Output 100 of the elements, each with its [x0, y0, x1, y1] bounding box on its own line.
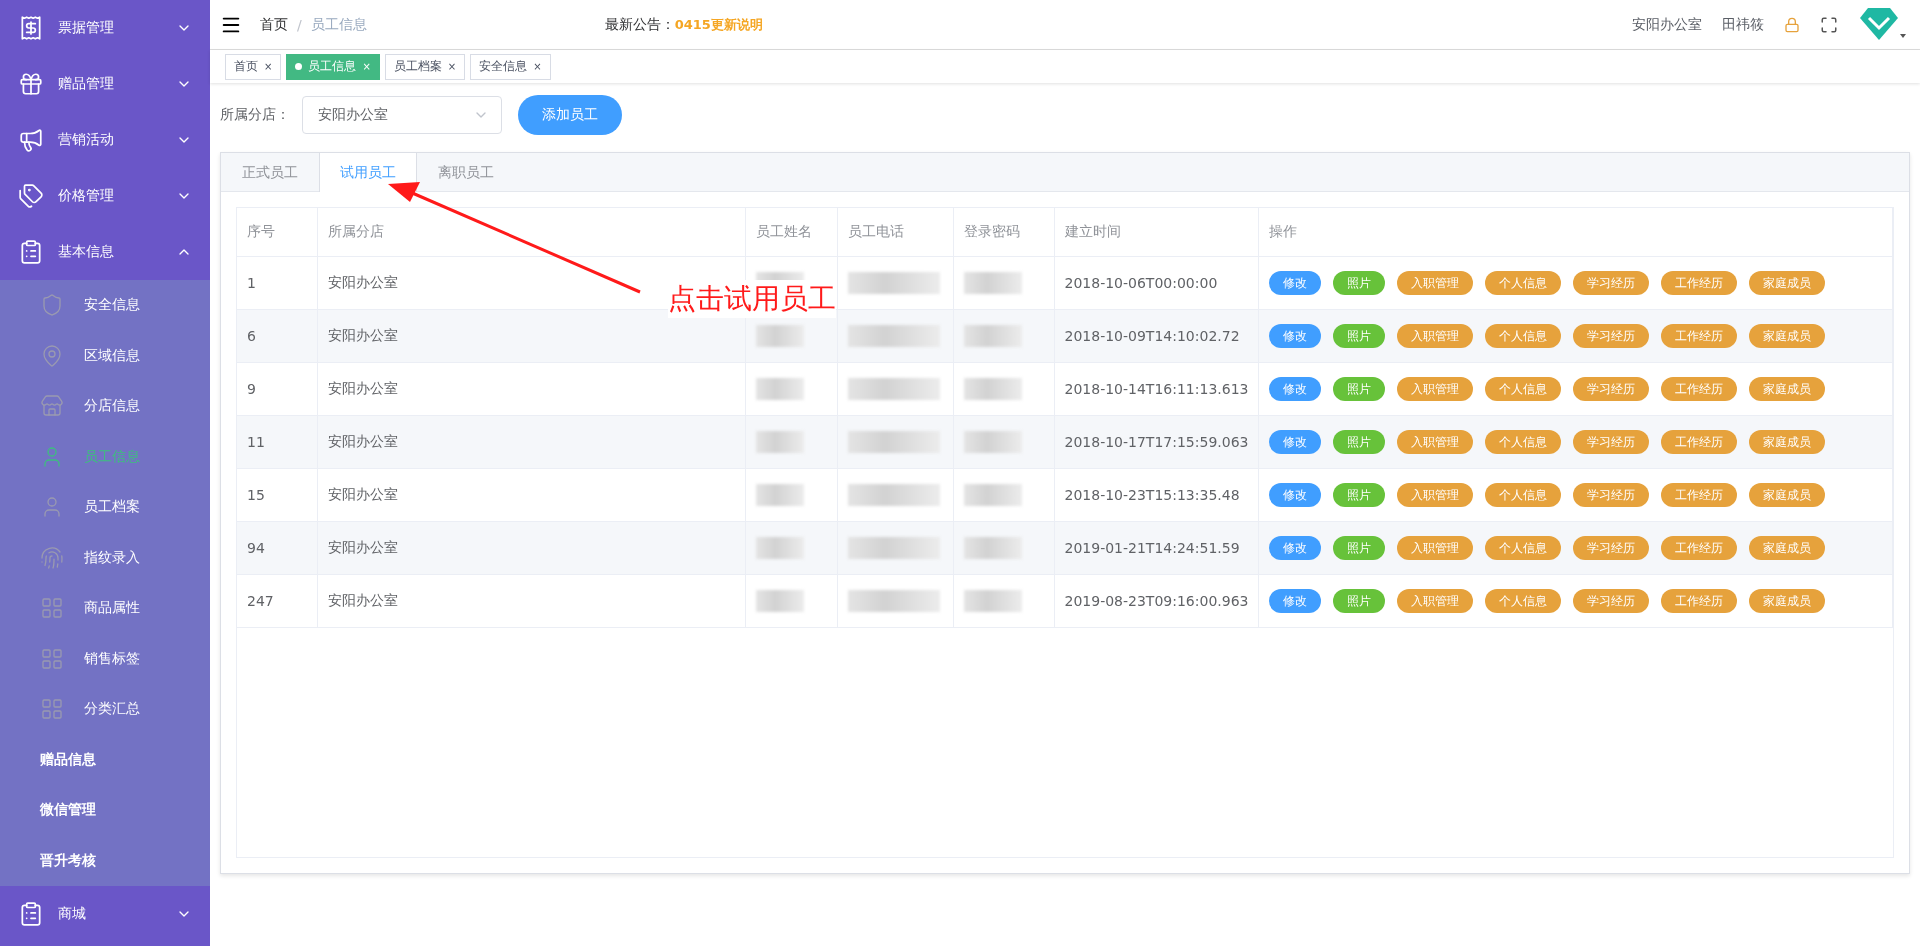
action-button[interactable]: 工作经历	[1661, 536, 1738, 560]
sidebar-menu-item[interactable]: 赠品管理	[0, 56, 210, 112]
action-button[interactable]: 学习经历	[1573, 430, 1650, 454]
action-button[interactable]: 入职管理	[1397, 271, 1474, 295]
action-button[interactable]: 家庭成员	[1749, 324, 1826, 348]
action-button[interactable]: 个人信息	[1485, 377, 1562, 401]
sidebar-menu-item[interactable]: 基本信息	[0, 224, 210, 280]
action-button[interactable]: 学习经历	[1573, 536, 1650, 560]
breadcrumb-link[interactable]: 员工信息	[310, 15, 367, 34]
close-icon[interactable]: ×	[362, 61, 371, 72]
action-button[interactable]: 照片	[1333, 536, 1386, 560]
sidebar-submenu-item[interactable]: 员工档案	[0, 482, 210, 533]
action-button[interactable]: 个人信息	[1485, 536, 1562, 560]
tab[interactable]: 正式员工	[221, 153, 319, 192]
sidebar-submenu-item[interactable]: 指纹录入	[0, 532, 210, 583]
action-button[interactable]: 照片	[1333, 483, 1386, 507]
sidebar-menu-item[interactable]: 票据管理	[0, 0, 210, 56]
close-icon[interactable]: ×	[264, 61, 273, 72]
store-select[interactable]: 安阳办公室	[302, 96, 502, 134]
action-button[interactable]: 修改	[1269, 589, 1322, 613]
action-button[interactable]: 工作经历	[1661, 589, 1738, 613]
sidebar-submenu-item[interactable]: 赠品信息	[0, 734, 210, 785]
action-button[interactable]: 个人信息	[1485, 271, 1562, 295]
fingerprint-icon	[40, 545, 64, 570]
action-button[interactable]: 学习经历	[1573, 271, 1650, 295]
sidebar-menu-item[interactable]: 营销活动	[0, 112, 210, 168]
fullscreen-icon[interactable]	[1820, 15, 1838, 34]
store-filter-label: 所属分店：	[220, 106, 290, 124]
action-button[interactable]: 修改	[1269, 483, 1322, 507]
action-button[interactable]: 工作经历	[1661, 377, 1738, 401]
close-icon[interactable]: ×	[447, 61, 457, 72]
table-cell: 安阳办公室	[317, 521, 745, 575]
action-button[interactable]: 家庭成员	[1749, 536, 1826, 560]
action-button[interactable]: 修改	[1269, 430, 1322, 454]
page-tab[interactable]: 员工信息 ×	[286, 53, 380, 80]
column-header: 所属分店	[317, 208, 745, 257]
action-button[interactable]: 家庭成员	[1749, 271, 1826, 295]
sidebar-submenu-item[interactable]: 销售标签	[0, 633, 210, 684]
action-button[interactable]: 入职管理	[1397, 324, 1474, 348]
store-icon	[40, 394, 64, 419]
table-cell: 15	[237, 468, 317, 522]
sidebar-submenu-item[interactable]: 员工信息	[0, 431, 210, 482]
clipboard-icon	[18, 239, 44, 265]
sidebar-submenu-item[interactable]: 分类汇总	[0, 684, 210, 735]
action-button[interactable]: 修改	[1269, 271, 1322, 295]
table-cell: 2018-10-14T16:11:13.613	[1054, 362, 1259, 416]
table-cell: 247	[237, 574, 317, 628]
action-button[interactable]: 入职管理	[1397, 430, 1474, 454]
add-employee-button[interactable]: 添加员工	[518, 95, 622, 135]
page-tab[interactable]: 员工档案 ×	[384, 53, 466, 80]
action-button[interactable]: 学习经历	[1573, 589, 1650, 613]
gift-icon	[18, 71, 44, 97]
sidebar-submenu-item[interactable]: 区域信息	[0, 330, 210, 381]
tab[interactable]: 试用员工	[319, 153, 417, 192]
action-button[interactable]: 学习经历	[1573, 377, 1650, 401]
action-button[interactable]: 工作经历	[1661, 271, 1738, 295]
action-button[interactable]: 工作经历	[1661, 483, 1738, 507]
notice-link[interactable]: 0415更新说明	[674, 15, 763, 34]
action-button[interactable]: 照片	[1333, 324, 1386, 348]
action-button[interactable]: 修改	[1269, 377, 1322, 401]
action-button[interactable]: 个人信息	[1485, 430, 1562, 454]
breadcrumb-link[interactable]: 首页	[260, 15, 288, 34]
column-header: 员工姓名	[745, 208, 837, 257]
action-button[interactable]: 修改	[1269, 324, 1322, 348]
page-tab[interactable]: 安全信息 ×	[470, 53, 551, 80]
sidebar-menu-item[interactable]: 价格管理	[0, 168, 210, 224]
action-button[interactable]: 照片	[1333, 377, 1386, 401]
megaphone-icon	[18, 127, 44, 153]
sidebar-submenu-item[interactable]: 分店信息	[0, 381, 210, 432]
action-button[interactable]: 学习经历	[1573, 324, 1650, 348]
sidebar-submenu-item[interactable]: 微信管理	[0, 785, 210, 836]
table-cell: 2019-08-23T09:16:00.963	[1054, 574, 1259, 628]
redacted-placeholder	[755, 537, 804, 559]
action-button[interactable]: 家庭成员	[1749, 377, 1826, 401]
table-cell: 安阳办公室	[317, 362, 745, 416]
action-button[interactable]: 家庭成员	[1749, 430, 1826, 454]
action-button[interactable]: 家庭成员	[1749, 589, 1826, 613]
sidebar-submenu-item[interactable]: 商品属性	[0, 583, 210, 634]
sidebar-submenu-item[interactable]: 安全信息	[0, 280, 210, 331]
action-button[interactable]: 修改	[1269, 536, 1322, 560]
action-button[interactable]: 学习经历	[1573, 483, 1650, 507]
action-button[interactable]: 工作经历	[1661, 430, 1738, 454]
action-button[interactable]: 入职管理	[1397, 377, 1474, 401]
sidebar-menu-item[interactable]: 商城	[0, 886, 210, 942]
action-button[interactable]: 个人信息	[1485, 483, 1562, 507]
tab[interactable]: 离职员工	[417, 153, 515, 192]
action-button[interactable]: 照片	[1333, 430, 1386, 454]
action-button[interactable]: 个人信息	[1485, 589, 1562, 613]
action-button[interactable]: 照片	[1333, 271, 1386, 295]
sidebar-submenu-item[interactable]: 晋升考核	[0, 835, 210, 886]
action-button[interactable]: 入职管理	[1397, 536, 1474, 560]
action-button[interactable]: 个人信息	[1485, 324, 1562, 348]
action-button[interactable]: 照片	[1333, 589, 1386, 613]
action-button[interactable]: 入职管理	[1397, 483, 1474, 507]
close-icon[interactable]: ×	[533, 61, 542, 72]
action-button[interactable]: 入职管理	[1397, 589, 1474, 613]
action-button[interactable]: 家庭成员	[1749, 483, 1826, 507]
clipboard-icon	[18, 901, 44, 927]
action-button[interactable]: 工作经历	[1661, 324, 1738, 348]
page-tab[interactable]: 首页 ×	[225, 53, 282, 80]
